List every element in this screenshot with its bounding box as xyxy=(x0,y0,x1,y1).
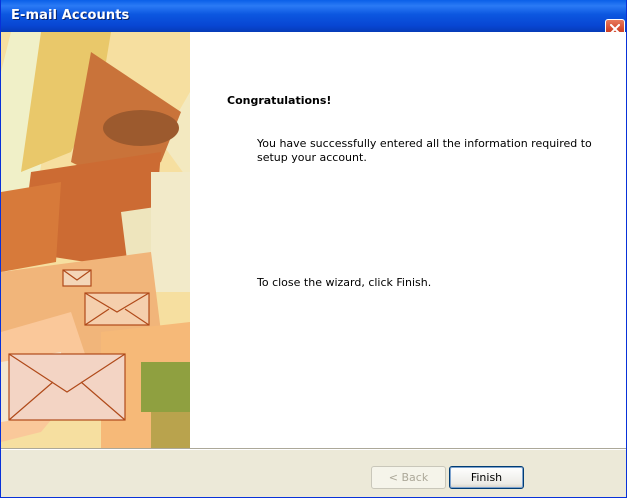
button-separator-highlight xyxy=(1,449,626,450)
success-message: You have successfully entered all the in… xyxy=(257,137,592,164)
title-bar[interactable]: E-mail Accounts xyxy=(1,0,626,39)
wizard-heading: Congratulations! xyxy=(227,94,332,107)
wizard-side-image xyxy=(1,32,190,448)
email-accounts-window: E-mail Accounts Congratulations! You hav… xyxy=(0,0,627,498)
wizard-content: Congratulations! You have successfully e… xyxy=(1,32,626,448)
back-button[interactable]: < Back xyxy=(371,466,446,489)
window-title: E-mail Accounts xyxy=(11,8,130,23)
finish-button[interactable]: Finish xyxy=(449,466,524,489)
close-instruction: To close the wizard, click Finish. xyxy=(257,276,432,289)
